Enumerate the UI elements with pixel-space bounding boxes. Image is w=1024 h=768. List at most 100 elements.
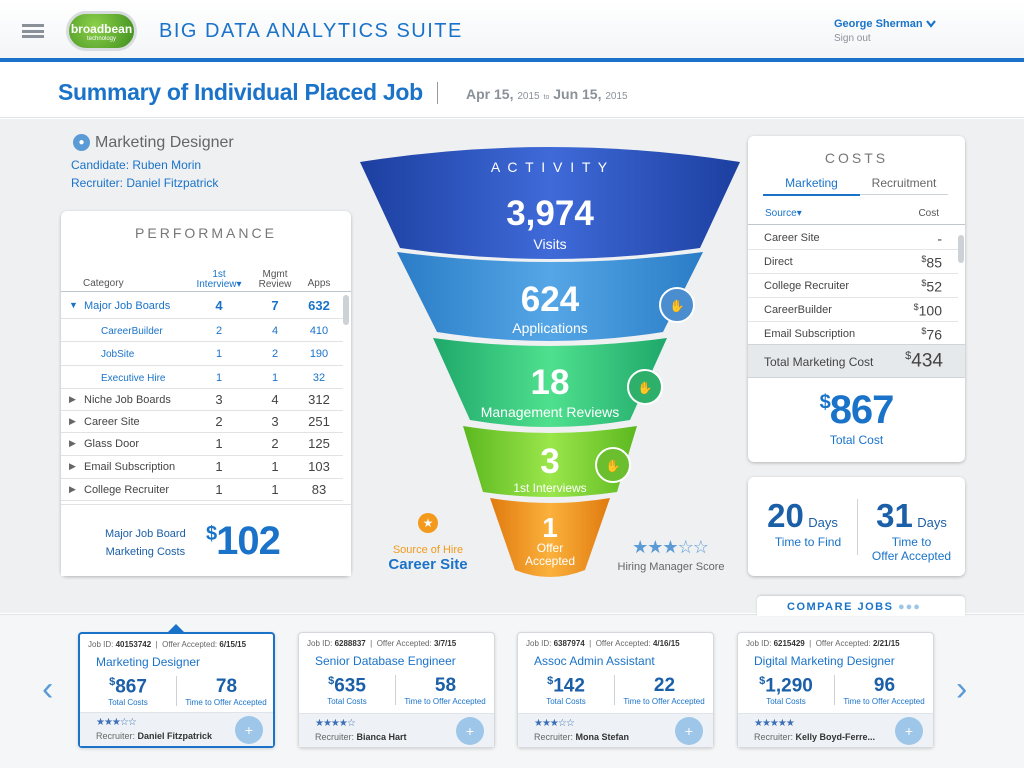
cost-source: College Recruiter [764,280,849,292]
job-id: 40153742 [115,640,152,649]
row-interview: 2 [215,414,223,429]
job-id: 6288837 [334,639,366,648]
summary-currency: $ [206,523,217,545]
grand-total-amount: 867 [829,388,895,432]
stage-applications-value: 624 [520,280,580,319]
row-mgmt-review: 1 [271,459,279,474]
table-row[interactable]: ▶ Niche Job Boards 3 4 312 [61,389,343,411]
chevron-left-icon[interactable]: ‹ [42,672,53,706]
recruiter-label: Recruiter: [96,731,136,741]
col-apps[interactable]: Apps [301,279,337,289]
compare-jobs-tab[interactable]: COMPARE JOBS ●●● [757,596,965,616]
summary-label-2: Marketing Costs [105,546,186,558]
col-mgmt-review[interactable]: Mgmt Review [255,270,295,290]
cost-value: $100 [914,302,942,319]
app-header [0,0,1024,62]
total-marketing-value: $434 [905,350,943,372]
row-mgmt-review: 4 [271,325,279,337]
row-interview: 1 [215,436,223,451]
job-card[interactable]: Job ID: 6288837 | Offer Accepted: 3/7/15… [298,632,495,748]
recruiter-label: Recruiter: [534,732,574,742]
cost-amount: 76 [926,326,942,343]
row-label: JobSite [101,349,135,360]
chevron-right-icon[interactable]: ▶ [69,394,76,405]
col-interview: Interview [196,279,237,290]
job-title: Marketing Designer [95,134,234,151]
cost-row[interactable]: College Recruiter $52 [748,274,958,298]
job-card[interactable]: Job ID: 6387974 | Offer Accepted: 4/16/1… [517,632,714,748]
costs-card: COSTS Marketing Recruitment Source▾ Cost… [748,136,965,462]
grand-total-currency: $ [819,391,831,414]
hiring-manager-score-label: Hiring Manager Score [617,561,725,573]
table-subrow[interactable]: CareerBuilder 2 4 410 [61,319,343,342]
job-card-title: Senior Database Engineer [315,654,456,668]
row-mgmt-review: 2 [271,436,279,451]
tab-marketing[interactable]: Marketing [763,176,860,196]
hamburger-icon[interactable] [22,24,44,38]
col-source[interactable]: Source▾ [765,208,802,219]
person-icon: ● [73,134,90,151]
chevron-right-icon[interactable]: ▶ [69,438,76,449]
broadbean-logo[interactable]: broadbean technology [66,11,137,51]
sign-out-link[interactable]: Sign out [834,33,871,44]
row-apps: 251 [308,414,330,429]
col-1st-interview[interactable]: 1st Interview▾ [193,270,245,290]
stage-reviews-label: Management Reviews [480,404,620,420]
job-card-cost-label: Total Costs [766,697,806,706]
table-row[interactable]: ▶ Career Site 2 3 251 [61,411,343,433]
job-card-cost-label: Total Costs [327,697,367,706]
add-user-icon[interactable]: + [235,716,263,744]
chevron-right-icon[interactable]: ▶ [69,461,76,472]
chevron-down-icon[interactable]: ▼ [69,300,78,310]
date-range[interactable]: Apr 15, 2015 to Jun 15, 2015 [466,86,628,102]
job-card-stars: ★★★☆☆ [534,718,575,729]
cost-row[interactable]: CareerBuilder $100 [748,298,958,322]
table-row[interactable]: ▶ Email Subscription 1 1 103 [61,456,343,479]
add-user-icon[interactable]: + [895,717,923,745]
header-divider [61,291,351,292]
job-card-footer: ★★★☆☆ Recruiter: Daniel Fitzpatrick + [80,712,273,746]
sort-down-icon: ▾ [796,208,802,219]
row-interview: 1 [215,482,223,497]
job-card-recruiter: Recruiter: Bianca Hart [315,732,407,742]
chevron-right-icon[interactable]: › [956,672,967,706]
cost-row[interactable]: Email Subscription $76 [748,322,958,346]
row-mgmt-review: 1 [271,482,279,497]
people-icon: ●●● [897,601,921,613]
cost-row[interactable]: Career Site - [748,226,958,250]
chevron-right-icon[interactable]: ▶ [69,484,76,495]
tab-recruitment[interactable]: Recruitment [860,176,948,195]
recruiter-name: Recruiter: Daniel Fitzpatrick [71,176,219,190]
date-from-year: 2015 [517,91,540,102]
job-id: 6387974 [553,639,585,648]
chevron-right-icon[interactable]: ▶ [69,416,76,427]
job-card[interactable]: Job ID: 6215429 | Offer Accepted: 2/21/1… [737,632,934,748]
user-menu[interactable]: George Sherman [834,18,936,30]
add-user-icon[interactable]: + [456,717,484,745]
offer-date: 2/21/15 [872,639,900,648]
time-to-find-label: Time to Find [774,535,842,549]
row-label: Major Job Boards [84,300,171,312]
cost-source: CareerBuilder [764,304,832,316]
table-subrow[interactable]: JobSite 1 2 190 [61,342,343,366]
table-row[interactable]: ▶ College Recruiter 1 1 83 [61,479,343,501]
job-card[interactable]: Job ID: 40153742 | Offer Accepted: 6/15/… [78,632,275,748]
add-user-icon[interactable]: + [675,717,703,745]
table-row[interactable]: ▶ Glass Door 1 2 125 [61,433,343,456]
hiring-manager-stars[interactable]: ★★★☆☆ [620,537,720,558]
cost-row[interactable]: Direct $85 [748,250,958,274]
offer-label: Offer Accepted: [162,640,218,649]
summary-label: Major Job Board Marketing Costs [105,525,186,561]
table-subrow[interactable]: Executive Hire 1 1 32 [61,366,343,389]
row-apps: 312 [308,392,330,407]
table-row[interactable]: ▼ Major Job Boards 4 7 632 [61,295,343,319]
table-scrollbar[interactable] [343,295,349,325]
job-id-label: Job ID: [746,639,772,648]
offer-date: 4/16/15 [652,639,680,648]
offer-label: Offer Accepted: [595,639,651,648]
table-scrollbar[interactable] [958,235,964,263]
col-review: Review [258,279,292,290]
row-apps: 103 [308,459,330,474]
summary-value: $102 [206,519,281,564]
job-card-tto-label: Time to Offer Accepted [185,698,267,707]
